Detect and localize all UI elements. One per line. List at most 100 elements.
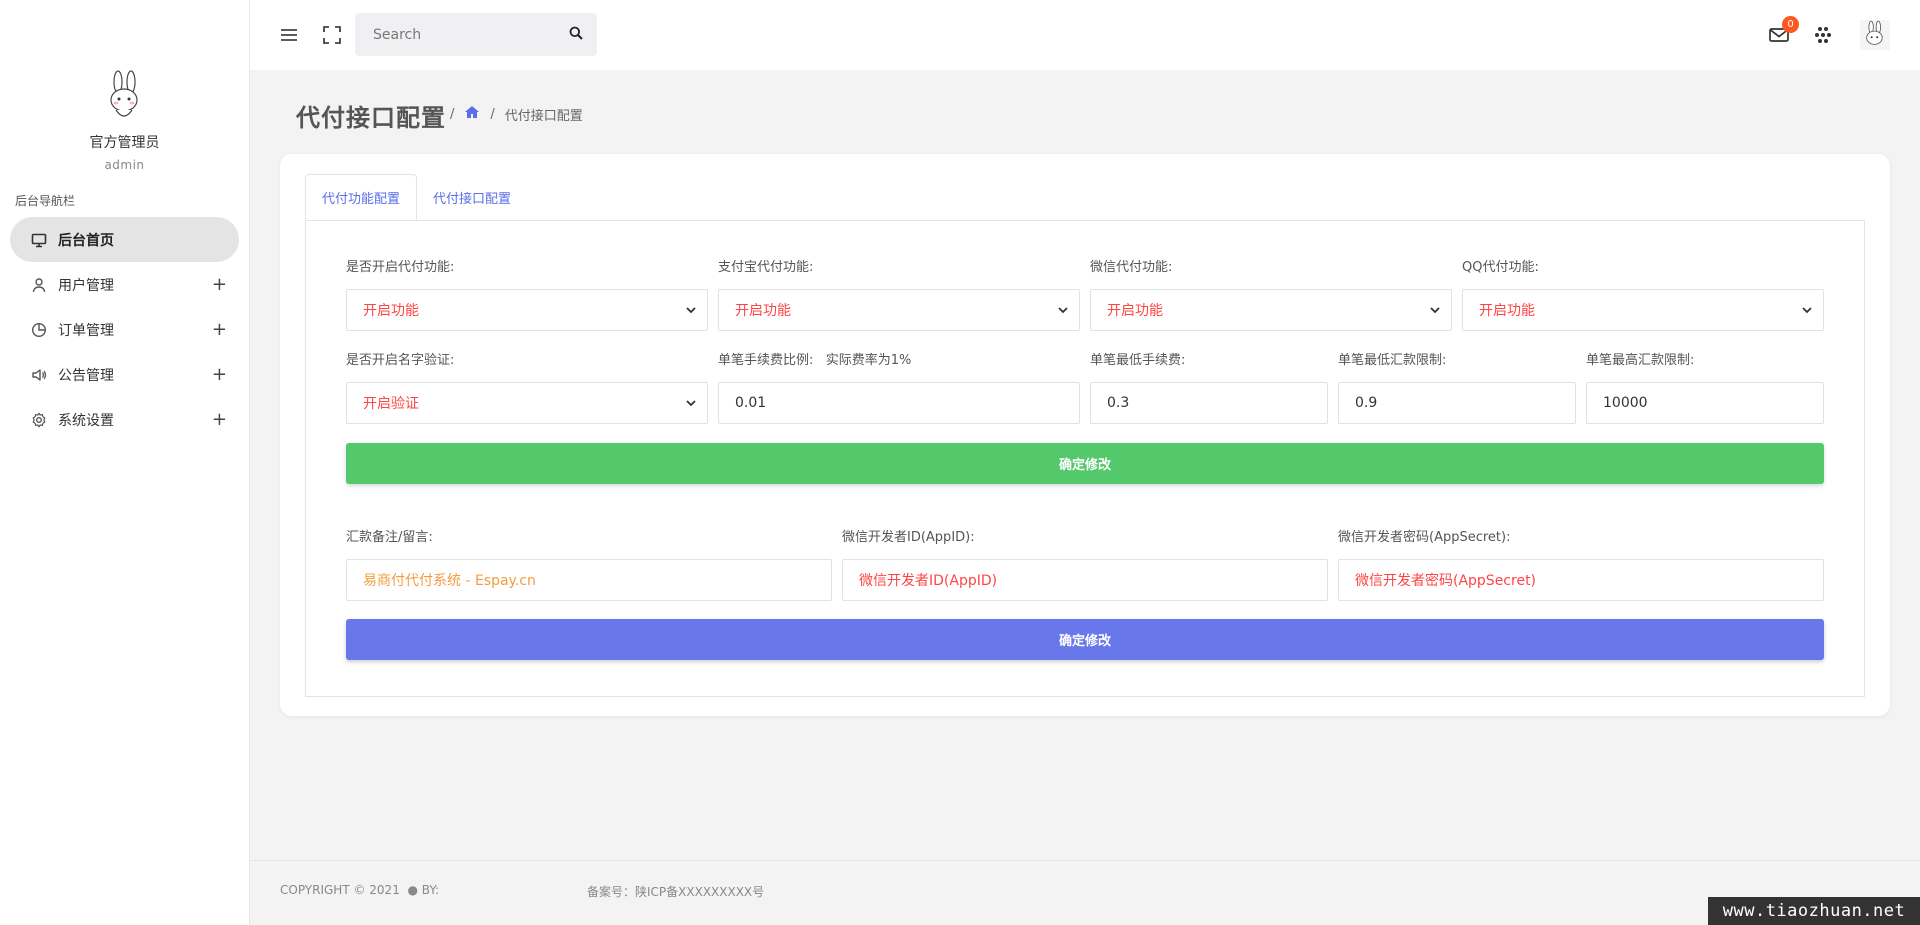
field-label: 微信开发者密码(AppSecret): [1338, 530, 1511, 545]
field-label: QQ代付功能: [1462, 260, 1539, 275]
input-value: 易商付代付系统 - Espay.cn [363, 573, 536, 589]
copyright-text: COPYRIGHT © 2021 ● BY: [280, 883, 440, 897]
fullscreen-icon[interactable] [321, 24, 343, 46]
form-group-payout-enable: 是否开启代付功能: 开启功能 [346, 259, 708, 331]
sidebar-item-label: 后台首页 [58, 232, 114, 249]
sidebar: 官方管理员 admin 后台导航栏 后台首页 用户管理 + 订单管理 + 公告管… [0, 0, 250, 925]
pie-chart-icon [30, 321, 48, 339]
breadcrumb-separator: / [450, 106, 455, 122]
avatar[interactable] [98, 70, 152, 124]
tab-bar: 代付功能配置 代付接口配置 [305, 174, 527, 221]
nav-caption: 后台导航栏 [15, 194, 76, 208]
field-label: 汇款备注/留言: [346, 530, 433, 545]
form-group-wechat-appsecret: 微信开发者密码(AppSecret): 微信开发者密码(AppSecret) [1338, 529, 1824, 601]
name-verify-select[interactable]: 开启验证 [346, 382, 708, 424]
field-label: 单笔手续费比例: 实际费率为1% [718, 353, 912, 368]
page-title: 代付接口配置 [296, 104, 446, 132]
form-group-fee-ratio: 单笔手续费比例: 实际费率为1% 0.01 [718, 352, 1080, 424]
field-label: 支付宝代付功能: [718, 260, 814, 275]
notification-badge: 0 [1782, 16, 1799, 33]
wechat-payout-select[interactable]: 开启功能 [1090, 289, 1452, 331]
plus-icon[interactable]: + [212, 319, 227, 340]
form-group-name-verify: 是否开启名字验证: 开启验证 [346, 352, 708, 424]
select-value: 开启验证 [363, 396, 419, 412]
header-avatar[interactable] [1860, 20, 1890, 50]
user-role: admin [104, 158, 145, 172]
remit-note-input[interactable]: 易商付代付系统 - Espay.cn [346, 559, 832, 601]
form-group-wechat-appid: 微信开发者ID(AppID): 微信开发者ID(AppID) [842, 529, 1328, 601]
watermark: www.tiaozhuan.net [1708, 897, 1920, 925]
save-api-config-button[interactable]: 确定修改 [346, 619, 1824, 660]
tab-payout-function-config[interactable]: 代付功能配置 [305, 174, 418, 221]
sidebar-item-label: 订单管理 [58, 322, 114, 339]
menu-toggle-icon[interactable] [278, 24, 300, 46]
field-label: 微信代付功能: [1090, 260, 1173, 275]
mail-icon[interactable]: 0 [1768, 16, 1799, 46]
input-value: 0.01 [735, 395, 767, 411]
plus-icon[interactable]: + [212, 364, 227, 385]
speaker-icon [30, 366, 48, 384]
fee-ratio-input[interactable]: 0.01 [718, 382, 1080, 424]
select-value: 开启功能 [1107, 303, 1163, 319]
input-value: 微信开发者密码(AppSecret) [1355, 573, 1537, 589]
chevron-down-icon [686, 400, 696, 407]
min-fee-input[interactable]: 0.3 [1090, 382, 1328, 424]
apps-icon[interactable] [1812, 24, 1834, 46]
field-label: 单笔最高汇款限制: [1586, 353, 1695, 368]
user-name: 官方管理员 [89, 135, 160, 151]
input-value: 0.9 [1355, 395, 1378, 411]
sidebar-nav: 后台首页 用户管理 + 订单管理 + 公告管理 + 系统设置 + [0, 217, 249, 442]
config-card: 代付功能配置 代付接口配置 是否开启代付功能: 开启功能 支付宝代付功能: 开启… [280, 154, 1890, 716]
form-group-remit-note: 汇款备注/留言: 易商付代付系统 - Espay.cn [346, 529, 832, 601]
chevron-down-icon [686, 307, 696, 314]
sidebar-item-announcements[interactable]: 公告管理 + [10, 352, 239, 397]
select-value: 开启功能 [735, 303, 791, 319]
breadcrumb-separator: / [490, 106, 495, 122]
field-label: 是否开启代付功能: [346, 260, 455, 275]
home-icon[interactable] [464, 105, 480, 123]
plus-icon[interactable]: + [212, 409, 227, 430]
tab-pane: 是否开启代付功能: 开启功能 支付宝代付功能: 开启功能 微信代付功能: 开启功… [305, 220, 1865, 697]
footer: COPYRIGHT © 2021 ● BY: 备案号：陕ICP备XXXXXXXX… [250, 860, 1920, 919]
select-value: 开启功能 [1479, 303, 1535, 319]
min-remit-input[interactable]: 0.9 [1338, 382, 1576, 424]
tab-payout-api-config[interactable]: 代付接口配置 [417, 174, 527, 221]
search-input[interactable] [373, 26, 569, 43]
sidebar-item-label: 用户管理 [58, 277, 114, 294]
wechat-appid-input[interactable]: 微信开发者ID(AppID) [842, 559, 1328, 601]
icp-text: 备案号：陕ICP备XXXXXXXXX号 [587, 885, 765, 899]
sidebar-item-dashboard[interactable]: 后台首页 [10, 217, 239, 262]
form-group-wechat-payout: 微信代付功能: 开启功能 [1090, 259, 1452, 331]
main-content: 代付接口配置 / / 代付接口配置 代付功能配置 代付接口配置 是否开启代付功能… [250, 70, 1920, 860]
sidebar-item-settings[interactable]: 系统设置 + [10, 397, 239, 442]
breadcrumb-current: 代付接口配置 [504, 108, 583, 124]
sidebar-item-users[interactable]: 用户管理 + [10, 262, 239, 307]
breadcrumb: / / 代付接口配置 [450, 102, 583, 126]
search-icon[interactable] [569, 26, 583, 44]
qq-payout-select[interactable]: 开启功能 [1462, 289, 1824, 331]
topbar: 0 [250, 0, 1920, 70]
search-box [355, 13, 597, 56]
chevron-down-icon [1430, 307, 1440, 314]
sidebar-item-label: 系统设置 [58, 412, 114, 429]
input-value: 10000 [1603, 395, 1648, 411]
plus-icon[interactable]: + [212, 274, 227, 295]
form-group-max-remit: 单笔最高汇款限制: 10000 [1586, 352, 1824, 424]
alipay-payout-select[interactable]: 开启功能 [718, 289, 1080, 331]
user-profile: 官方管理员 admin [0, 0, 249, 172]
field-label: 单笔最低汇款限制: [1338, 353, 1447, 368]
form-group-alipay-payout: 支付宝代付功能: 开启功能 [718, 259, 1080, 331]
sidebar-item-label: 公告管理 [58, 367, 114, 384]
save-function-config-button[interactable]: 确定修改 [346, 443, 1824, 484]
form-group-min-remit: 单笔最低汇款限制: 0.9 [1338, 352, 1576, 424]
max-remit-input[interactable]: 10000 [1586, 382, 1824, 424]
wechat-appsecret-input[interactable]: 微信开发者密码(AppSecret) [1338, 559, 1824, 601]
user-icon [30, 276, 48, 294]
input-value: 微信开发者ID(AppID) [859, 573, 998, 589]
sidebar-item-orders[interactable]: 订单管理 + [10, 307, 239, 352]
form-group-min-fee: 单笔最低手续费: 0.3 [1090, 352, 1328, 424]
gear-icon [30, 411, 48, 429]
form-group-qq-payout: QQ代付功能: 开启功能 [1462, 259, 1824, 331]
payout-enable-select[interactable]: 开启功能 [346, 289, 708, 331]
field-label: 是否开启名字验证: [346, 353, 455, 368]
